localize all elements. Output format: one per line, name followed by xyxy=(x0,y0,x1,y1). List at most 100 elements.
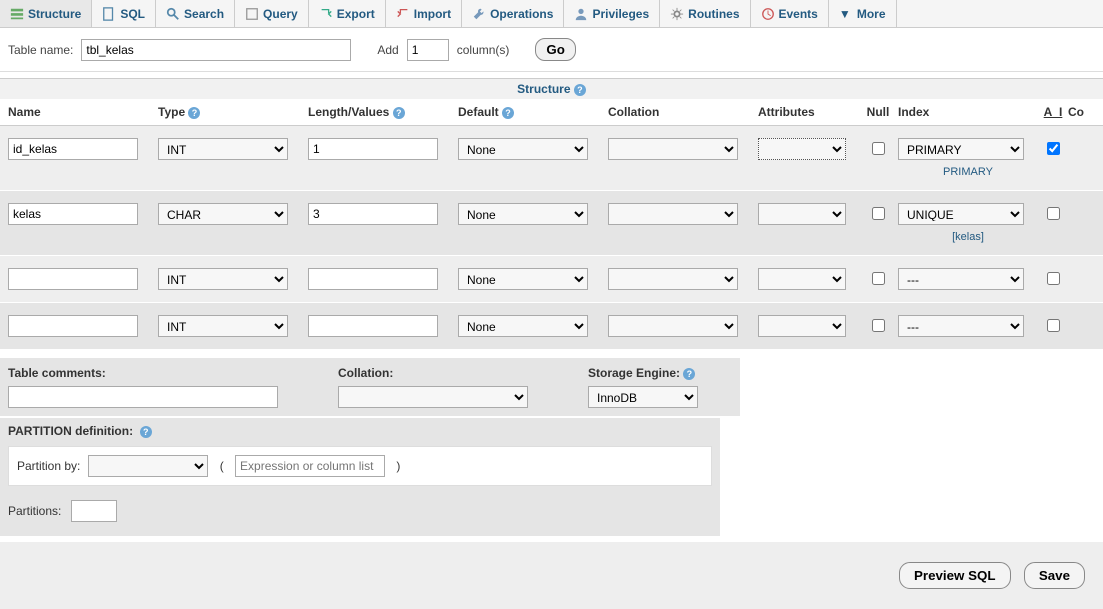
table-name-toolbar: Table name: Add column(s) Go xyxy=(0,28,1103,72)
column-default-select[interactable]: None xyxy=(458,315,588,337)
column-type-select[interactable]: INT xyxy=(158,268,288,290)
tab-operations[interactable]: Operations xyxy=(462,0,564,27)
structure-heading-link[interactable]: Structure xyxy=(517,82,570,96)
tab-query-label: Query xyxy=(263,7,298,21)
tab-routines[interactable]: Routines xyxy=(660,0,750,27)
tab-privileges-label: Privileges xyxy=(592,7,649,21)
table-comments-input[interactable] xyxy=(8,386,278,408)
collation-select[interactable] xyxy=(338,386,528,408)
help-icon[interactable]: ? xyxy=(574,84,586,96)
save-button[interactable]: Save xyxy=(1024,562,1085,589)
column-index-select[interactable]: PRIMARY xyxy=(898,138,1024,160)
tab-query[interactable]: Query xyxy=(235,0,309,27)
column-ai-checkbox[interactable] xyxy=(1047,272,1060,285)
columns-rows: INT None PRIMARY PRIMARY CHAR None UNIQUE… xyxy=(0,126,1103,350)
tab-structure-label: Structure xyxy=(28,7,81,21)
header-attributes: Attributes xyxy=(758,105,858,119)
actions-bar: Preview SQL Save xyxy=(0,542,1103,609)
column-length-input[interactable] xyxy=(308,203,438,225)
help-icon[interactable]: ? xyxy=(393,107,405,119)
column-ai-checkbox[interactable] xyxy=(1047,142,1060,155)
help-icon[interactable]: ? xyxy=(188,107,200,119)
partition-by-select[interactable] xyxy=(88,455,208,477)
header-name: Name xyxy=(8,105,158,119)
tab-events-label: Events xyxy=(779,7,818,21)
header-length: Length/Values ? xyxy=(308,105,458,119)
help-icon[interactable]: ? xyxy=(683,368,695,380)
tab-structure[interactable]: Structure xyxy=(0,0,92,27)
column-length-input[interactable] xyxy=(308,268,438,290)
column-row: INT None PRIMARY PRIMARY xyxy=(0,126,1103,191)
help-icon[interactable]: ? xyxy=(140,426,152,438)
table-comments-label: Table comments: xyxy=(8,366,278,380)
tab-export[interactable]: Export xyxy=(309,0,386,27)
tab-events[interactable]: Events xyxy=(751,0,829,27)
tab-operations-label: Operations xyxy=(490,7,553,21)
index-subtext: PRIMARY xyxy=(898,166,1038,178)
add-columns-count[interactable] xyxy=(407,39,449,61)
storage-engine-select[interactable]: InnoDB xyxy=(588,386,698,408)
export-icon xyxy=(319,7,333,21)
tab-sql[interactable]: SQL xyxy=(92,0,156,27)
column-length-input[interactable] xyxy=(308,315,438,337)
column-row: INT None --- xyxy=(0,256,1103,303)
import-icon xyxy=(396,7,410,21)
help-icon[interactable]: ? xyxy=(502,107,514,119)
column-name-input[interactable] xyxy=(8,138,138,160)
column-null-checkbox[interactable] xyxy=(872,272,885,285)
column-null-checkbox[interactable] xyxy=(872,142,885,155)
tab-import[interactable]: Import xyxy=(386,0,462,27)
column-attributes-select[interactable] xyxy=(758,203,846,225)
column-index-select[interactable]: --- xyxy=(898,268,1024,290)
go-button[interactable]: Go xyxy=(535,38,576,61)
column-row: CHAR None UNIQUE [kelas] xyxy=(0,191,1103,256)
column-type-select[interactable]: INT xyxy=(158,138,288,160)
column-collation-select[interactable] xyxy=(608,315,738,337)
index-subtext: [kelas] xyxy=(898,231,1038,243)
column-attributes-select[interactable] xyxy=(758,315,846,337)
column-name-input[interactable] xyxy=(8,203,138,225)
column-null-checkbox[interactable] xyxy=(872,319,885,332)
partition-expression-input[interactable] xyxy=(235,455,385,477)
tab-search[interactable]: Search xyxy=(156,0,235,27)
structure-heading: Structure ? xyxy=(0,78,1103,99)
user-icon xyxy=(574,7,588,21)
column-collation-select[interactable] xyxy=(608,203,738,225)
column-name-input[interactable] xyxy=(8,268,138,290)
storage-engine-label: Storage Engine: ? xyxy=(588,366,698,380)
column-default-select[interactable]: None xyxy=(458,268,588,290)
column-name-input[interactable] xyxy=(8,315,138,337)
header-index: Index xyxy=(898,105,1038,119)
query-icon xyxy=(245,7,259,21)
column-index-select[interactable]: --- xyxy=(898,315,1024,337)
columns-label: column(s) xyxy=(457,43,510,57)
column-default-select[interactable]: None xyxy=(458,203,588,225)
partition-by-label: Partition by: xyxy=(17,459,80,473)
table-name-input[interactable] xyxy=(81,39,351,61)
column-ai-checkbox[interactable] xyxy=(1047,319,1060,332)
structure-icon xyxy=(10,7,24,21)
column-attributes-select[interactable] xyxy=(758,138,846,160)
column-null-checkbox[interactable] xyxy=(872,207,885,220)
tab-export-label: Export xyxy=(337,7,375,21)
partitions-label: Partitions: xyxy=(8,504,61,518)
preview-sql-button[interactable]: Preview SQL xyxy=(899,562,1011,589)
column-type-select[interactable]: CHAR xyxy=(158,203,288,225)
sql-icon xyxy=(102,7,116,21)
column-collation-select[interactable] xyxy=(608,268,738,290)
column-default-select[interactable]: None xyxy=(458,138,588,160)
column-attributes-select[interactable] xyxy=(758,268,846,290)
wrench-icon xyxy=(472,7,486,21)
tab-more[interactable]: ▼ More xyxy=(829,0,897,27)
column-length-input[interactable] xyxy=(308,138,438,160)
header-ai: A_I xyxy=(1038,105,1068,119)
tab-import-label: Import xyxy=(414,7,451,21)
table-name-label: Table name: xyxy=(8,43,73,57)
column-index-select[interactable]: UNIQUE xyxy=(898,203,1024,225)
tab-privileges[interactable]: Privileges xyxy=(564,0,660,27)
tab-routines-label: Routines xyxy=(688,7,739,21)
column-collation-select[interactable] xyxy=(608,138,738,160)
column-type-select[interactable]: INT xyxy=(158,315,288,337)
partitions-count-input[interactable] xyxy=(71,500,117,522)
column-ai-checkbox[interactable] xyxy=(1047,207,1060,220)
